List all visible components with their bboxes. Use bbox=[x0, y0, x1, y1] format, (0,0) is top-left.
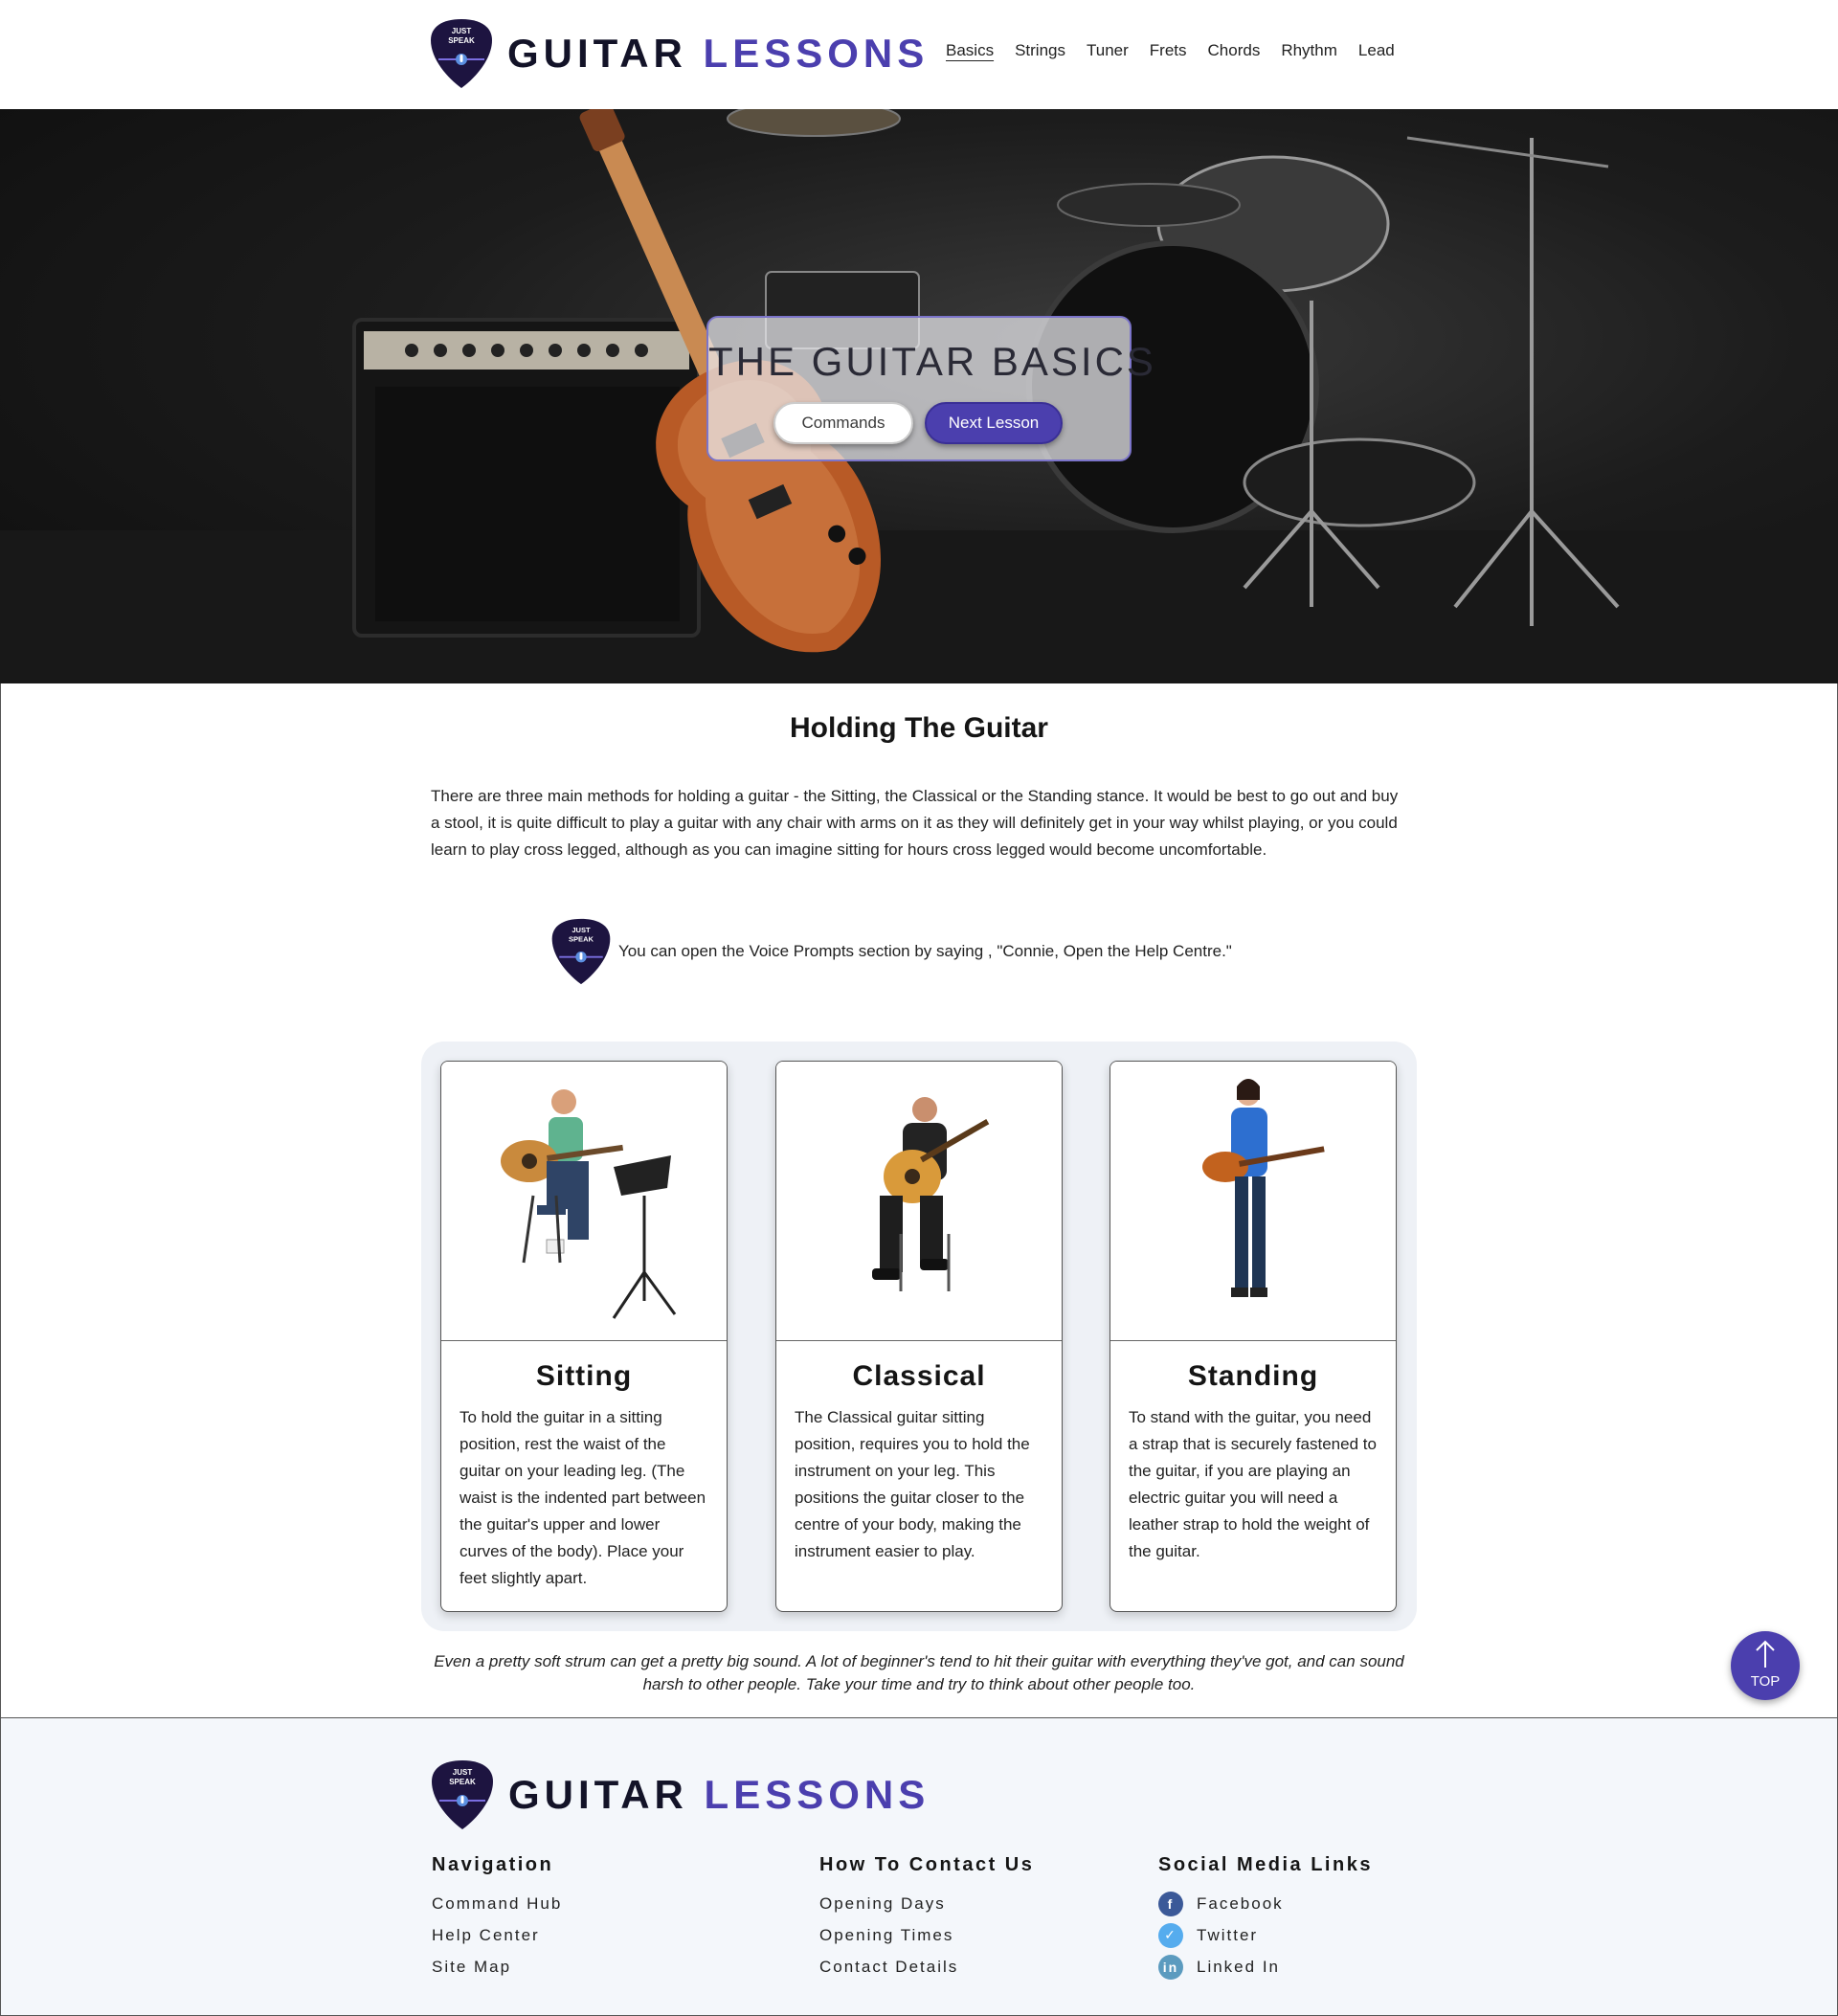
footer-link-opening-times[interactable]: Opening Times bbox=[819, 1919, 1034, 1951]
person-sitting-guitar-illustration bbox=[501, 1089, 677, 1319]
section-heading: Holding The Guitar bbox=[790, 712, 1048, 744]
card-text: To stand with the guitar, you need a str… bbox=[1129, 1408, 1377, 1560]
card-standing: Standing To stand with the guitar, you n… bbox=[1110, 1061, 1397, 1612]
nav-frets[interactable]: Frets bbox=[1150, 41, 1187, 60]
svg-text:JUST: JUST bbox=[452, 27, 472, 35]
standing-photo bbox=[1110, 1062, 1396, 1341]
voice-tip: JUST SPEAK You can open the Voice Prompt… bbox=[549, 917, 1232, 986]
footer-brand-name: GUITAR LESSONS bbox=[508, 1772, 930, 1818]
footer-link-contact-details[interactable]: Contact Details bbox=[819, 1951, 1034, 1982]
svg-text:JUST: JUST bbox=[453, 1768, 473, 1777]
site-logo[interactable]: JUST SPEAK GUITAR LESSONS bbox=[429, 17, 929, 90]
footer-navigation-column: Navigation Command Hub Help Center Site … bbox=[432, 1854, 562, 1982]
sitting-photo bbox=[441, 1062, 727, 1341]
footer-brand-main: GUITAR bbox=[508, 1772, 688, 1817]
back-to-top-label: TOP bbox=[1750, 1673, 1781, 1690]
guitar-pick-logo-icon: JUST SPEAK bbox=[430, 1758, 495, 1831]
footer-link-help-center[interactable]: Help Center bbox=[432, 1919, 562, 1951]
nav-lead[interactable]: Lead bbox=[1358, 41, 1395, 60]
footer-contact-heading: How To Contact Us bbox=[819, 1854, 1035, 1875]
hero-banner: THE GUITAR BASICS Commands Next Lesson bbox=[0, 109, 1838, 683]
card-title: Classical bbox=[852, 1360, 986, 1392]
footer-link-linkedin[interactable]: in Linked In bbox=[1158, 1951, 1373, 1982]
card-title: Sitting bbox=[535, 1360, 633, 1392]
twitter-label: Twitter bbox=[1197, 1925, 1259, 1944]
footer-contact-column: How To Contact Us Opening Days Opening T… bbox=[819, 1854, 1034, 1982]
guitar-pick-logo-icon: JUST SPEAK bbox=[429, 17, 494, 90]
intro-paragraph: There are three main methods for holding… bbox=[431, 787, 1399, 859]
svg-text:SPEAK: SPEAK bbox=[448, 36, 475, 45]
svg-text:SPEAK: SPEAK bbox=[569, 935, 594, 944]
facebook-label: Facebook bbox=[1197, 1893, 1284, 1913]
nav-rhythm[interactable]: Rhythm bbox=[1281, 41, 1337, 60]
twitter-icon: ✓ bbox=[1158, 1922, 1183, 1948]
hero-card: THE GUITAR BASICS Commands Next Lesson bbox=[706, 316, 1156, 461]
facebook-icon: f bbox=[1158, 1891, 1183, 1916]
nav-strings[interactable]: Strings bbox=[1015, 41, 1065, 60]
linkedin-label: Linked In bbox=[1197, 1957, 1280, 1976]
footer-link-site-map[interactable]: Site Map bbox=[432, 1951, 562, 1982]
footer-social-heading: Social Media Links bbox=[1158, 1854, 1373, 1875]
brand-accent: LESSONS bbox=[703, 31, 930, 76]
person-standing-guitar-illustration bbox=[1202, 1079, 1325, 1297]
site-header: JUST SPEAK GUITAR LESSONS Basics Strings… bbox=[0, 0, 1838, 109]
footer-link-command-hub[interactable]: Command Hub bbox=[432, 1888, 562, 1919]
nav-tuner[interactable]: Tuner bbox=[1087, 41, 1129, 60]
footer-navigation-heading: Navigation bbox=[432, 1854, 554, 1875]
footer-link-facebook[interactable]: f Facebook bbox=[1158, 1888, 1373, 1919]
nav-chords[interactable]: Chords bbox=[1208, 41, 1261, 60]
main-nav: Basics Strings Tuner Frets Chords Rhythm… bbox=[946, 41, 1395, 60]
linkedin-icon: in bbox=[1158, 1954, 1183, 1980]
hero-title: THE GUITAR BASICS bbox=[708, 339, 1156, 384]
footer-brand-accent: LESSONS bbox=[704, 1772, 930, 1817]
person-classical-guitar-illustration bbox=[872, 1097, 990, 1291]
footer-social-column: Social Media Links f Facebook ✓ Twitter … bbox=[1158, 1854, 1373, 1982]
footer-link-opening-days[interactable]: Opening Days bbox=[819, 1888, 1034, 1919]
nav-basics[interactable]: Basics bbox=[946, 41, 994, 60]
classical-photo bbox=[776, 1062, 1062, 1341]
guitar-pick-logo-icon: JUST SPEAK bbox=[549, 917, 613, 986]
footer-link-twitter[interactable]: ✓ Twitter bbox=[1158, 1919, 1373, 1951]
footer-logo[interactable]: JUST SPEAK GUITAR LESSONS bbox=[430, 1758, 930, 1831]
voice-tip-text: You can open the Voice Prompts section b… bbox=[618, 942, 1232, 960]
card-classical: Classical The Classical guitar sitting p… bbox=[775, 1061, 1063, 1612]
svg-text:JUST: JUST bbox=[572, 926, 591, 934]
card-text: The Classical guitar sitting position, r… bbox=[795, 1408, 1030, 1560]
brand-name: GUITAR LESSONS bbox=[507, 31, 929, 77]
card-text: To hold the guitar in a sitting position… bbox=[460, 1408, 706, 1587]
brand-main: GUITAR bbox=[507, 31, 687, 76]
card-sitting: Sitting To hold the guitar in a sitting … bbox=[440, 1061, 728, 1612]
arrow-up-icon bbox=[1756, 1640, 1775, 1668]
back-to-top-button[interactable]: TOP bbox=[1731, 1631, 1800, 1700]
next-lesson-button[interactable]: Next Lesson bbox=[925, 402, 1063, 444]
site-footer: JUST SPEAK GUITAR LESSONS Navigation Com… bbox=[0, 1717, 1838, 2016]
tip-quote: Even a pretty soft strum can get a prett… bbox=[434, 1652, 1404, 1693]
card-title: Standing bbox=[1187, 1360, 1319, 1392]
svg-text:SPEAK: SPEAK bbox=[449, 1778, 476, 1786]
commands-button[interactable]: Commands bbox=[773, 402, 913, 444]
